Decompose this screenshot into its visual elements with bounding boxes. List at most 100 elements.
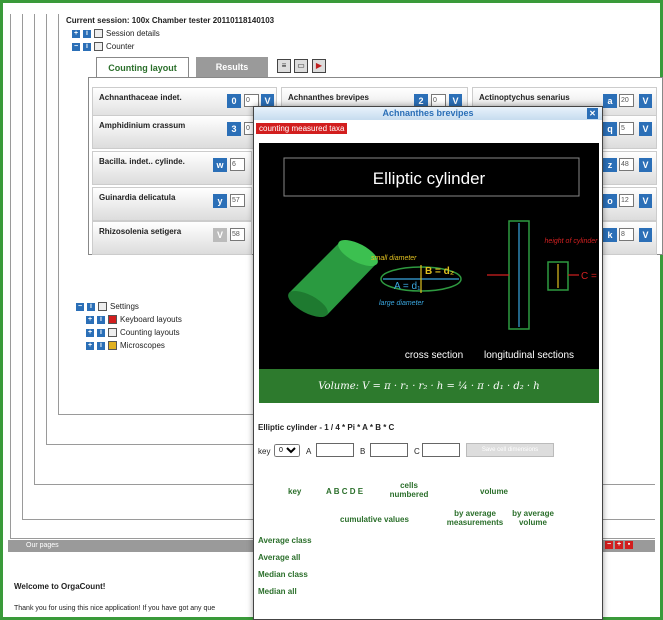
tree-guide [22, 519, 255, 520]
info-icon[interactable]: i [83, 42, 91, 51]
count-cell[interactable]: Amphidinium crassum 3 0 [92, 115, 277, 149]
a-input[interactable] [316, 443, 354, 457]
info-icon[interactable]: i [83, 29, 91, 38]
settings-item-counting[interactable]: Counting layouts [120, 328, 180, 337]
expand-icon[interactable]: + [86, 341, 94, 350]
expand-icon[interactable]: + [86, 315, 94, 324]
row-median-all: Median all [258, 587, 297, 596]
header-by-avg-vol: by average volume [512, 509, 554, 527]
minimize-icon[interactable]: − [605, 541, 613, 549]
tree-guide [34, 14, 35, 484]
taxon-name: Achnanthes brevipes [288, 93, 369, 102]
maximize-icon[interactable]: ▪ [625, 541, 633, 549]
count-value: 5 [619, 122, 634, 135]
header-key: key [288, 487, 302, 496]
document-icon [94, 29, 103, 38]
row-median-class: Median class [258, 570, 308, 579]
volume-formula: Volume: V = π · r₁ · r₂ · h = ¼ · π · d₁… [259, 369, 599, 403]
count-cell[interactable]: k 8 V [600, 221, 657, 255]
play-icon[interactable]: ▶ [312, 59, 326, 73]
settings-label[interactable]: Settings [110, 302, 139, 311]
a-label: A = d₁ [394, 281, 421, 292]
keyboard-icon [108, 315, 117, 324]
tools-icon [98, 302, 107, 311]
header-cells-numbered: cells numbered [389, 481, 429, 499]
counter-label[interactable]: Counter [106, 42, 134, 51]
save-cell-dimensions-button[interactable]: Save cell dimensions [466, 443, 554, 457]
close-icon[interactable]: ✕ [587, 108, 598, 119]
list-icon[interactable]: ≡ [277, 59, 291, 73]
taxon-name: Actinoptychus senarius [479, 93, 570, 102]
b-field-label: B [360, 447, 366, 456]
v-button[interactable]: V [639, 158, 652, 172]
session-title: Current session: 100x Chamber tester 201… [66, 16, 275, 25]
popup-title-bar[interactable]: Achnanthes brevipes ✕ [254, 107, 602, 120]
count-value: 12 [619, 194, 634, 207]
tree-guide [34, 484, 255, 485]
info-icon[interactable]: i [97, 315, 105, 324]
settings-item-keyboard[interactable]: Keyboard layouts [120, 315, 182, 324]
expand-icon[interactable]: + [72, 29, 80, 38]
tree-guide [46, 14, 47, 444]
session-details-label[interactable]: Session details [106, 29, 160, 38]
expand-icon[interactable]: + [86, 328, 94, 337]
key-badge: 3 [227, 122, 241, 136]
taxon-name: Achnanthaceae indet. [99, 93, 182, 102]
popup-title: Achnanthes brevipes [382, 108, 474, 118]
key-badge: 0 [227, 94, 241, 108]
header-cumulative: cumulative values [340, 515, 409, 524]
large-diameter-label: large diameter [379, 300, 424, 307]
shape-title: Elliptic cylinder [373, 169, 486, 188]
tree-guide [603, 519, 655, 520]
tree-guide [10, 538, 255, 539]
welcome-text: Thank you for using this nice applicatio… [14, 605, 216, 612]
v-button[interactable]: V [639, 94, 652, 108]
tab-results[interactable]: Results [196, 57, 268, 77]
window-controls: − + ▪ [605, 541, 633, 549]
restore-icon[interactable]: + [615, 541, 623, 549]
collapse-icon[interactable]: − [76, 302, 84, 311]
taxon-popup: Achnanthes brevipes ✕ counting measured … [253, 106, 603, 620]
tree-guide [10, 14, 11, 538]
count-cell[interactable]: Bacilla. indet.. cylinde. w 6 [92, 151, 252, 185]
count-cell[interactable]: Rhizosolenia setigera V 58 [92, 221, 252, 255]
window-icon[interactable]: ▭ [294, 59, 308, 73]
height-label: height of cylinder [545, 238, 599, 245]
collapse-icon[interactable]: − [72, 42, 80, 51]
count-value: 8 [619, 228, 634, 241]
shape-diagram: Elliptic cylinder small diameter B = d₂ … [259, 143, 599, 403]
taxon-name: Amphidinium crassum [99, 121, 186, 130]
row-average-all: Average all [258, 553, 301, 562]
settings-item-microscopes[interactable]: Microscopes [120, 341, 165, 350]
key-badge: q [603, 122, 617, 136]
tree-guide [58, 414, 255, 415]
key-badge: z [603, 158, 617, 172]
v-button[interactable]: V [639, 228, 652, 242]
count-cell[interactable]: z 48 V [600, 151, 657, 185]
v-button[interactable]: V [639, 122, 652, 136]
count-value: 48 [619, 158, 634, 171]
welcome-heading: Welcome to OrgaCount! [14, 582, 106, 591]
count-cell[interactable]: Guinardia delicatula y 57 [92, 187, 252, 221]
popup-subtitle: counting measured taxa [256, 123, 348, 134]
count-cell[interactable]: o 12 V [600, 187, 657, 221]
b-input[interactable] [370, 443, 408, 457]
c-label: C = h [581, 271, 599, 282]
info-icon[interactable]: i [87, 302, 95, 311]
microscope-icon [108, 341, 117, 350]
header-by-avg-meas: by average measurements [446, 509, 504, 527]
info-icon[interactable]: i [97, 341, 105, 350]
taxon-name: Guinardia delicatula [99, 193, 176, 202]
count-cell[interactable]: q 5 V [600, 115, 657, 149]
tab-counting-layout[interactable]: Counting layout [96, 57, 189, 77]
info-icon[interactable]: i [97, 328, 105, 337]
key-badge: a [603, 94, 617, 108]
key-badge: w [213, 158, 227, 172]
v-button[interactable]: V [639, 194, 652, 208]
b-label: B = d₂ [425, 266, 454, 277]
key-select[interactable]: 0 [274, 444, 300, 457]
key-badge: V [213, 228, 227, 242]
c-input[interactable] [422, 443, 460, 457]
count-value: 58 [230, 228, 245, 241]
count-value: 57 [230, 194, 245, 207]
